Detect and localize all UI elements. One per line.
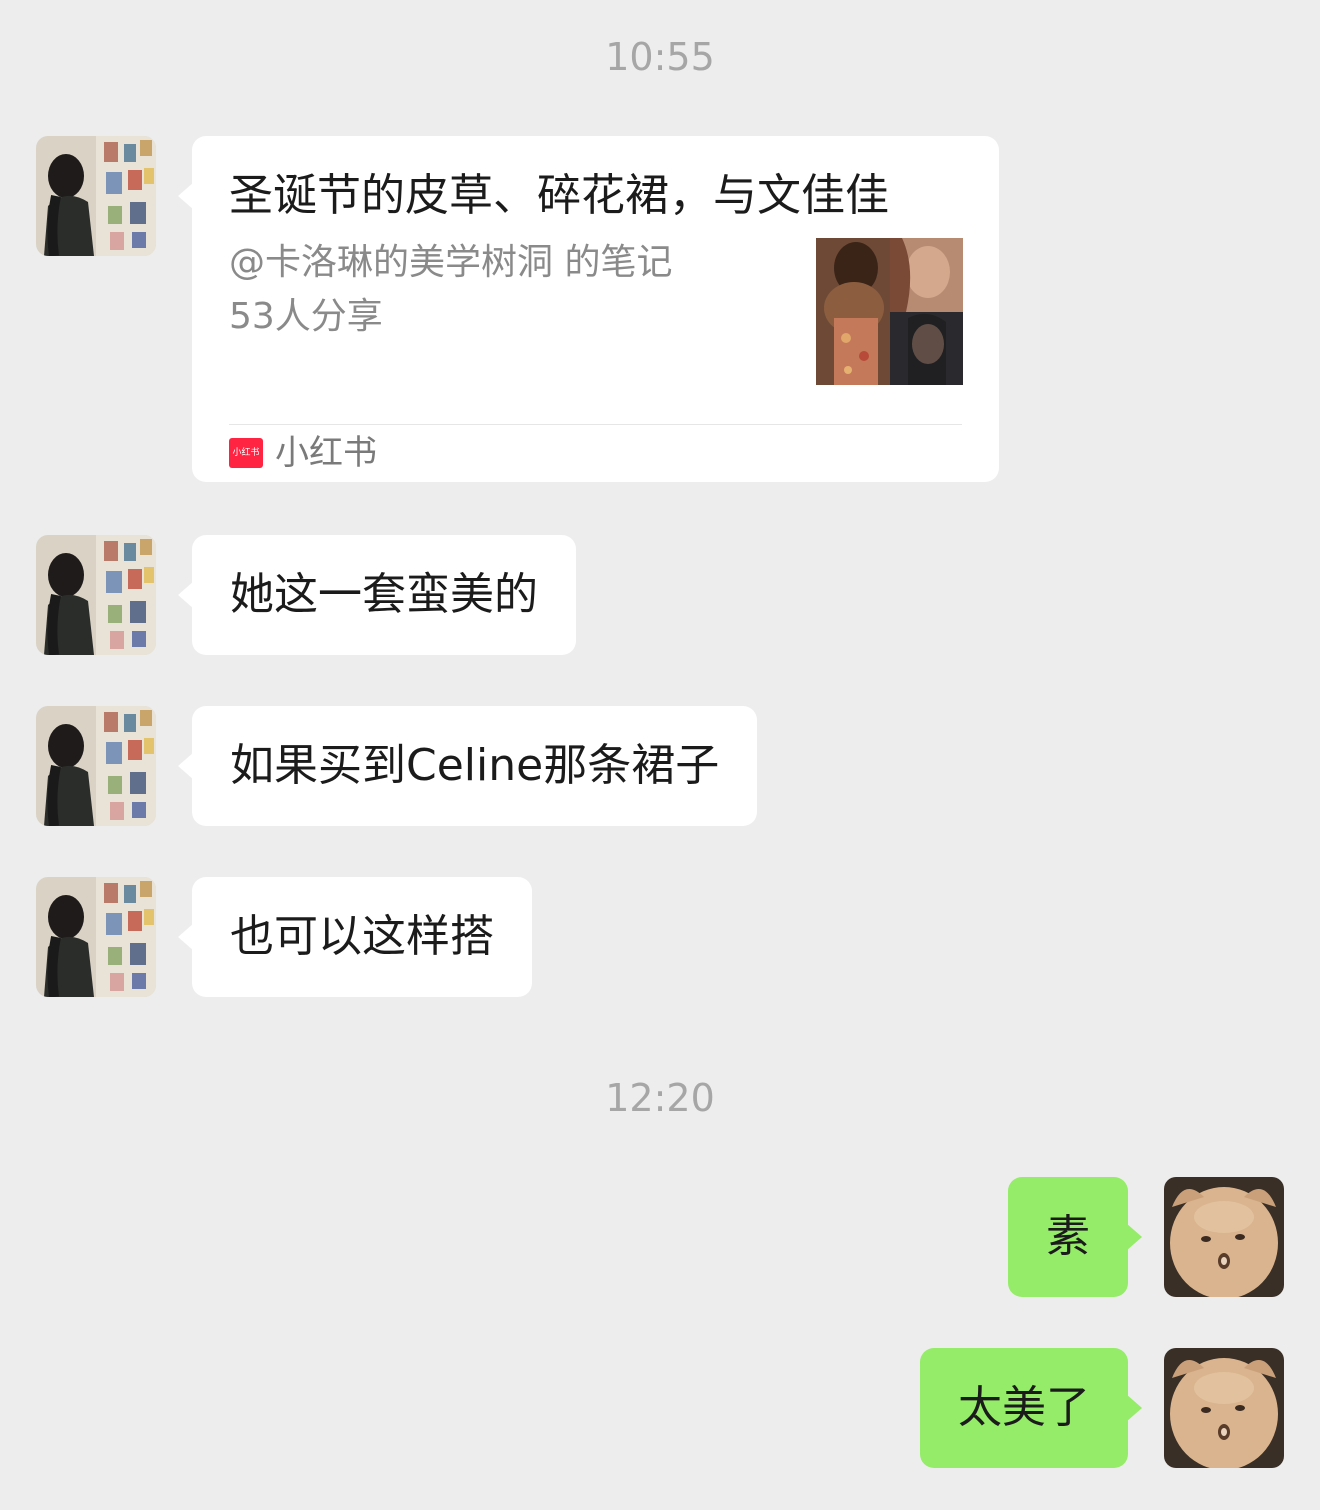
card-divider	[229, 424, 962, 425]
incoming-message[interactable]: 她这一套蛮美的	[178, 535, 576, 655]
contact-avatar[interactable]	[36, 706, 156, 826]
xiaohongshu-logo-icon: 小红书	[229, 438, 263, 468]
card-title: 圣诞节的皮草、碎花裙，与文佳佳	[229, 170, 889, 221]
self-avatar[interactable]	[1164, 1177, 1284, 1297]
incoming-message[interactable]: 也可以这样搭	[178, 877, 532, 997]
card-source: 小红书	[275, 433, 377, 473]
chat-window: 10:55 圣诞节的皮草、碎花裙，与文佳佳 @卡洛琳的美学树洞 的笔记 53人分…	[0, 0, 1320, 1510]
contact-avatar[interactable]	[36, 535, 156, 655]
card-share-count: 53人分享	[229, 296, 383, 337]
contact-avatar[interactable]	[36, 136, 156, 256]
self-avatar[interactable]	[1164, 1348, 1284, 1468]
outgoing-message[interactable]: 素	[1008, 1177, 1142, 1297]
incoming-message[interactable]: 如果买到Celine那条裙子	[177, 706, 758, 826]
card-author: @卡洛琳的美学树洞 的笔记	[229, 242, 673, 283]
timestamp: 12:20	[605, 1076, 715, 1120]
shared-note-card[interactable]: 圣诞节的皮草、碎花裙，与文佳佳 @卡洛琳的美学树洞 的笔记 53人分享 小红书 …	[178, 136, 999, 482]
timestamp: 10:55	[605, 35, 715, 79]
card-thumbnail	[816, 238, 963, 385]
outgoing-message[interactable]: 太美了	[920, 1348, 1142, 1468]
contact-avatar[interactable]	[36, 877, 156, 997]
